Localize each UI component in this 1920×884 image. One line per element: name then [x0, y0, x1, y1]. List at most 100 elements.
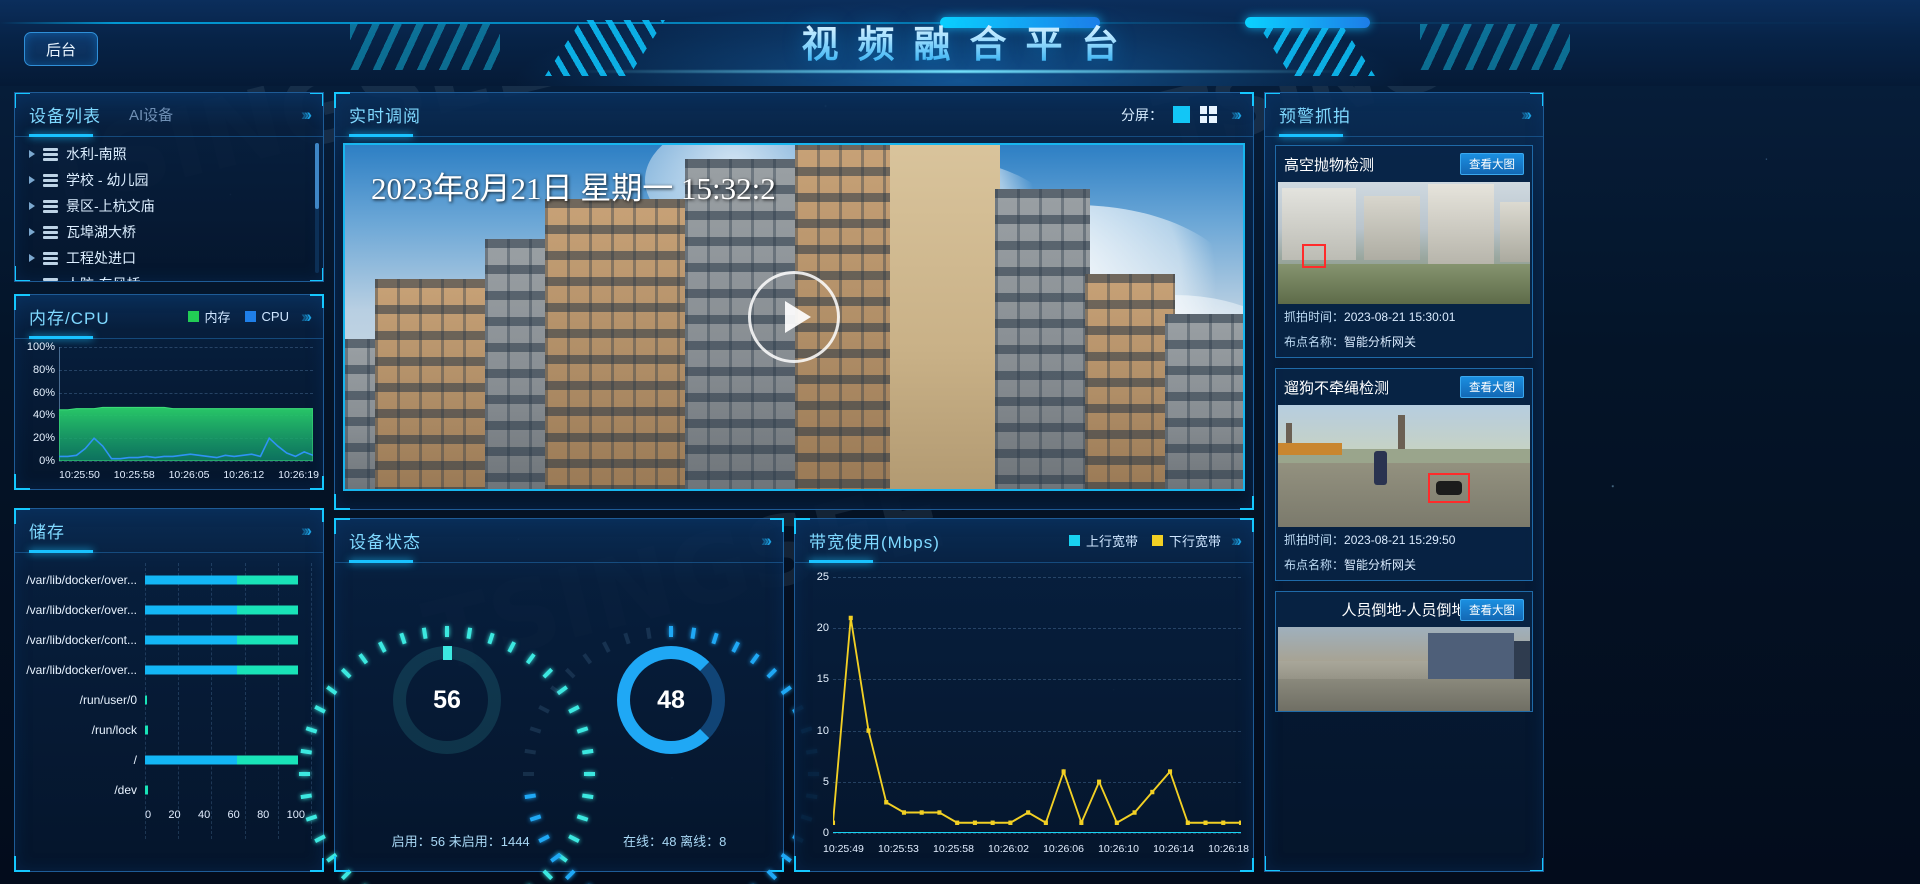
device-tree-item[interactable]: 瓦埠湖大桥	[15, 219, 323, 245]
gauge-caption-online: 在线：48 离线：8	[623, 834, 727, 849]
gauge-marker	[442, 646, 452, 660]
storage-bar	[145, 605, 298, 615]
device-tree-item[interactable]: 学校 - 幼儿园	[15, 167, 323, 193]
storage-label: /	[133, 753, 137, 767]
storage-label: /run/user/0	[79, 693, 137, 707]
device-tree-item[interactable]: 人防-东风桥	[15, 271, 323, 281]
device-tree-item[interactable]: 水利-南照	[15, 141, 323, 167]
device-tree-item[interactable]: 景区-上杭文庙	[15, 193, 323, 219]
split-screen-controls: 分屏：	[1121, 105, 1217, 125]
y-axis-tick: 20	[816, 622, 829, 635]
storage-title: 储存	[29, 518, 65, 543]
storage-label: /dev	[114, 783, 137, 797]
device-status-title: 设备状态	[349, 528, 421, 553]
tab-device-list[interactable]: 设备列表	[29, 102, 101, 127]
expand-chevron-icon[interactable]: ›››	[301, 105, 312, 125]
memory-cpu-series	[59, 406, 313, 461]
view-large-button[interactable]: 查看大图	[1460, 599, 1524, 621]
chevron-right-icon	[29, 254, 35, 262]
gauge-tick	[326, 852, 338, 863]
building	[1165, 314, 1243, 489]
device-tree[interactable]: 水利-南照 学校 - 幼儿园 景区-上杭文庙 瓦埠湖大桥 工程处进口 人防-东风…	[15, 137, 323, 281]
y-axis-tick: 15	[816, 673, 829, 686]
storage-label: /var/lib/docker/over...	[26, 573, 137, 587]
legend-label-uplink: 上行宽带	[1085, 534, 1138, 549]
alert-site-label: 布点名称：	[1284, 558, 1345, 572]
server-icon	[43, 225, 58, 239]
expand-chevron-icon[interactable]: ›››	[1231, 531, 1242, 551]
storage-panel: 储存 ››› /var/lib/docker/over... /var/lib/d…	[14, 508, 324, 872]
y-axis-tick: 80%	[32, 363, 55, 376]
y-axis-tick: 40%	[32, 409, 55, 422]
storage-label: /var/lib/docker/cont...	[26, 633, 137, 647]
server-icon	[43, 199, 58, 213]
live-view-panel: 实时调阅 分屏： ››› 2023年8月21日 星期一 15:32:2	[334, 92, 1254, 510]
alert-card[interactable]: 高空抛物检测 查看大图 抓拍时间：2023-08-21 15:30:01 布点名…	[1275, 145, 1533, 358]
chevron-right-icon	[29, 150, 35, 158]
expand-chevron-icon[interactable]: ›››	[301, 521, 312, 541]
gauge-caption-enabled: 启用：56 未启用：1444	[391, 834, 530, 849]
device-list-header: 设备列表 AI设备 ›››	[15, 93, 323, 137]
header-title-underline	[570, 70, 1350, 73]
storage-track	[145, 565, 311, 595]
legend-label-downlink: 下行宽带	[1168, 534, 1221, 549]
tab-ai-device[interactable]: AI设备	[129, 104, 173, 125]
x-axis-tick: 10:26:14	[1153, 843, 1194, 855]
gauge-tick	[466, 627, 473, 639]
storage-label: /var/lib/docker/over...	[26, 663, 137, 677]
device-tree-item[interactable]: 工程处进口	[15, 245, 323, 271]
alert-card[interactable]: 人员倒地-人员倒地 查看大图	[1275, 591, 1533, 712]
gauge-tick	[399, 632, 407, 645]
chevron-right-icon	[29, 176, 35, 184]
view-large-button[interactable]: 查看大图	[1460, 376, 1524, 398]
gauge-tick	[645, 627, 652, 639]
gauge-tick	[487, 632, 495, 645]
backend-button[interactable]: 后台	[24, 32, 98, 66]
alert-thumbnail[interactable]	[1278, 405, 1530, 527]
alert-list[interactable]: 高空抛物检测 查看大图 抓拍时间：2023-08-21 15:30:01 布点名…	[1265, 137, 1543, 870]
x-axis-tick: 10:26:12	[223, 469, 265, 481]
legend-swatch-memory	[187, 311, 199, 322]
split-1-icon[interactable]	[1172, 106, 1190, 123]
x-axis-tick: 10:26:02	[988, 843, 1029, 855]
alert-name: 人员倒地-人员倒地	[1341, 602, 1467, 619]
x-axis-tick: 10:26:19	[278, 469, 319, 481]
expand-chevron-icon[interactable]: ›››	[1521, 105, 1532, 125]
video-player[interactable]: 2023年8月21日 星期一 15:32:2	[343, 143, 1245, 491]
alert-thumbnail[interactable]	[1278, 627, 1530, 711]
x-axis-tick: 10:26:05	[168, 469, 210, 481]
gauge-tick	[525, 653, 536, 665]
gauge-tick	[507, 641, 516, 653]
server-icon	[43, 173, 58, 187]
play-button[interactable]	[748, 271, 840, 363]
device-status-header: 设备状态 ›››	[335, 519, 783, 563]
expand-chevron-icon[interactable]: ›››	[761, 531, 772, 551]
legend-label-memory: 内存	[204, 310, 231, 325]
alert-thumbnail[interactable]	[1278, 182, 1530, 304]
gauge-tick	[358, 653, 369, 665]
scrollbar-thumb[interactable]	[315, 143, 319, 209]
storage-bar	[145, 725, 149, 735]
gauge-tick	[378, 641, 387, 653]
alert-card[interactable]: 遛狗不牵绳检测 查看大图 抓拍时间：2023-08-21 15:29:50 布点…	[1275, 368, 1533, 581]
storage-track	[145, 745, 311, 775]
device-label: 工程处进口	[66, 250, 136, 266]
expand-chevron-icon[interactable]: ›››	[1231, 105, 1242, 125]
detection-box	[1302, 244, 1326, 268]
device-label: 景区-上杭文庙	[66, 198, 155, 214]
split-4-icon[interactable]	[1199, 106, 1217, 123]
live-view-title: 实时调阅	[349, 102, 421, 127]
view-large-button[interactable]: 查看大图	[1460, 153, 1524, 175]
bandwidth-chart: 25 20 15 10 5 0 10:25:49 10:25:53 10:25:58 10:26…	[795, 563, 1253, 863]
legend-swatch-cpu	[244, 311, 256, 322]
gauge-online: 48	[523, 615, 819, 884]
gauge-tick	[340, 667, 352, 679]
storage-row: /var/lib/docker/over...	[15, 565, 311, 595]
expand-chevron-icon[interactable]: ›››	[301, 307, 312, 327]
gauge-tick	[564, 869, 576, 881]
gauge-tick	[766, 667, 778, 679]
dog	[1436, 481, 1462, 495]
split-label: 分屏：	[1120, 106, 1163, 123]
storage-row: /var/lib/docker/over...	[15, 595, 311, 625]
alert-site-value: 智能分析网关	[1344, 335, 1417, 349]
